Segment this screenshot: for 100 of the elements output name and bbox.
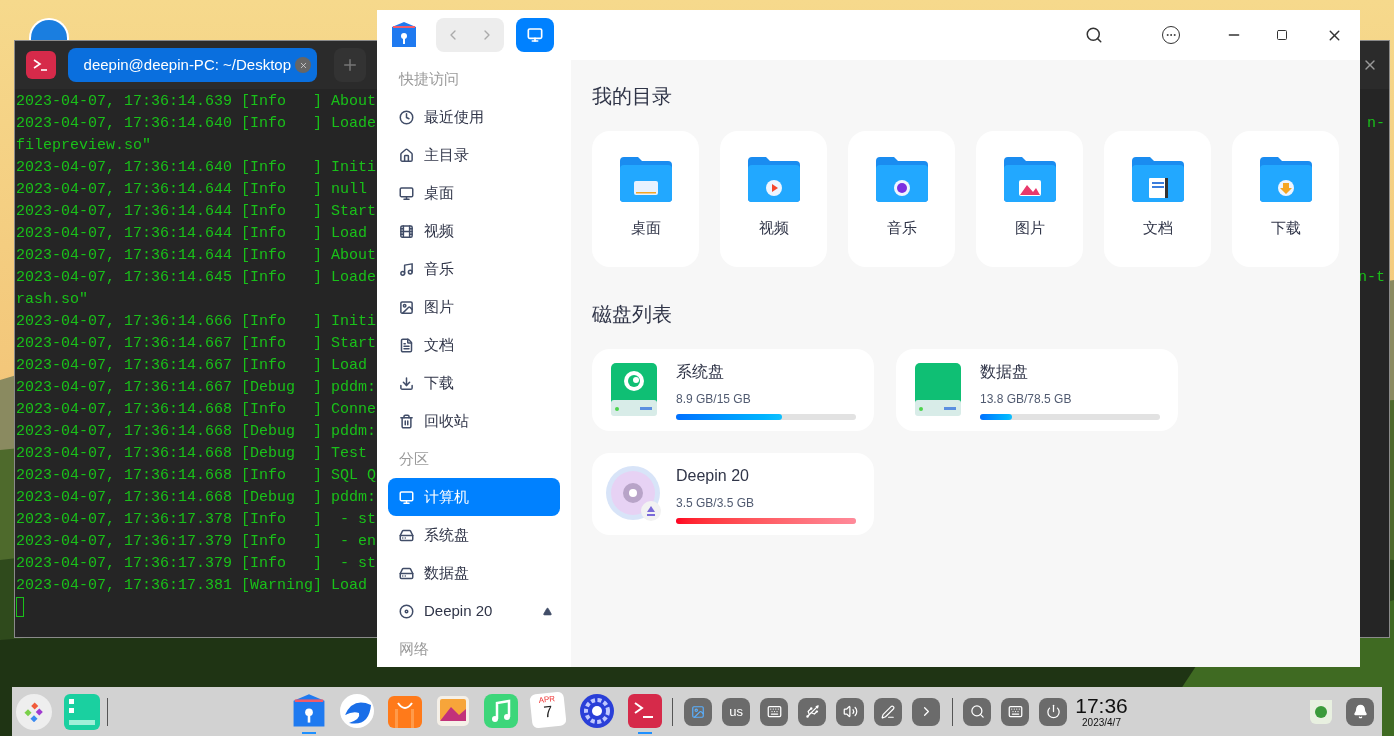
disk-usage: 13.8 GB/78.5 GB [980,391,1073,408]
sidebar-item[interactable]: 音乐 [388,250,560,288]
calendar-day: 7 [543,703,554,720]
section-header: 快捷访问 [397,68,460,89]
search-icon[interactable] [1085,26,1103,44]
clock-time: 17:36 [1075,695,1128,716]
sidebar-item[interactable]: 下载 [388,364,560,402]
drive-icon [914,362,962,418]
music-icon [399,261,414,277]
drive-icon [399,527,414,543]
terminal-line: 2023-04-07, 17:36:14.668 [Debug ] pddm: [16,422,377,442]
keyboard-icon[interactable] [1001,697,1030,726]
sidebar-item[interactable]: Deepin 20 [388,592,560,630]
terminal-line: 2023-04-07, 17:36:14.667 [Info ] Start [16,334,377,354]
sidebar-item[interactable]: 系统盘 [388,516,560,554]
folder-card[interactable]: 音乐 [848,131,955,267]
section-title: 我的目录 [592,84,673,109]
terminal-line: 2023-04-07, 17:36:14.666 [Info ] Initi [16,312,377,332]
terminal-line: 2023-04-07, 17:36:14.639 [Info ] About [16,92,377,112]
download-icon [399,375,414,391]
terminal-line: 2023-04-07, 17:36:14.644 [Info ] Start [16,202,377,222]
sidebar-item[interactable]: 图片 [388,288,560,326]
expand-icon[interactable] [912,697,941,726]
disc-icon [399,603,414,619]
folder-icon [1129,155,1186,203]
monitor-icon [527,27,543,43]
disk-card[interactable]: Deepin 20 3.5 GB/3.5 GB [592,453,874,535]
terminal-icon[interactable] [26,51,56,79]
sidebar-item[interactable]: 视频 [388,212,560,250]
terminal-line: 2023-04-07, 17:36:14.667 [Info ] Load [16,356,368,376]
terminal-line: 2023-04-07, 17:36:17.379 [Info ] - en [16,532,377,552]
terminal-line: 2023-04-07, 17:36:17.379 [Info ] - st [16,554,377,574]
folder-card[interactable]: 视频 [720,131,827,267]
terminal-line: 2023-04-07, 17:36:14.644 [Info ] null [16,180,368,200]
power-icon[interactable] [1039,697,1068,726]
document-icon [399,337,414,353]
terminal-tab[interactable]: deepin@deepin-PC: ~/Desktop [68,48,317,82]
volume-icon[interactable] [836,697,865,726]
image-icon [399,299,414,315]
disk-usage: 8.9 GB/15 GB [676,391,752,408]
usb-icon[interactable] [798,697,827,726]
sidebar-item[interactable]: 最近使用 [388,98,560,136]
clock-date: 2023/4/7 [1082,718,1121,728]
new-tab-button[interactable] [334,48,366,82]
sidebar-item[interactable]: 回收站 [388,402,560,440]
sidebar-item[interactable]: 计算机 [388,478,560,516]
calendar-month: APR [538,694,556,705]
maximize-icon[interactable] [1276,29,1288,41]
terminal-line: 2023-04-07, 17:36:14.668 [Debug ] Test [16,444,368,464]
sidebar-item[interactable]: 桌面 [388,174,560,212]
monitor-icon [399,185,414,201]
sidebar-item[interactable]: 文档 [388,326,560,364]
folder-card[interactable]: 桌面 [592,131,699,267]
terminal-line: 2023-04-07, 17:36:14.644 [Info ] Load [16,224,368,244]
section-title: 磁盘列表 [592,302,673,327]
folder-icon [745,155,802,203]
folder-icon [617,155,674,203]
cursor [16,597,24,617]
drive-icon [399,565,414,581]
terminal-line: 2023-04-07, 17:36:14.668 [Info ] SQL Q [16,466,377,486]
folder-card[interactable]: 下载 [1232,131,1339,267]
disk-usage: 3.5 GB/3.5 GB [676,495,756,512]
bell-icon[interactable] [1346,697,1374,726]
terminal-line: 2023-04-07, 17:36:14.644 [Info ] About [16,246,377,266]
plus-icon [341,56,359,74]
film-icon [399,223,414,239]
clock-icon [399,109,414,125]
terminal-line: n- [1367,114,1385,134]
terminal-line: 2023-04-07, 17:36:14.645 [Info ] Loade [16,268,377,288]
folder-icon [1001,155,1058,203]
disk-card[interactable]: 数据盘 13.8 GB/78.5 GB [896,349,1178,431]
terminal-line: rash.so" [16,290,88,310]
drive-icon [610,362,658,418]
pen-icon[interactable] [874,697,903,726]
home-icon [399,147,414,163]
disk-name: Deepin 20 [676,466,750,486]
terminal-line: filepreview.so" [16,136,152,156]
sidebar-item[interactable]: 主目录 [388,136,560,174]
terminal-line: 2023-04-07, 17:36:17.381 [Warning] Load [16,576,368,596]
section-header: 分区 [398,448,430,469]
keyboard-icon[interactable] [760,697,789,726]
folder-card[interactable]: 文档 [1104,131,1211,267]
sidebar-item[interactable]: 数据盘 [388,554,560,592]
launcher-icon[interactable] [16,693,52,730]
keyboard-layout-button[interactable]: us [722,697,751,726]
disk-card[interactable]: 系统盘 8.9 GB/15 GB [592,349,874,431]
section-header: 网络 [398,638,430,659]
terminal-line: 2023-04-07, 17:36:14.640 [Info ] Initi [16,158,377,178]
app-icon [390,21,418,49]
terminal-line: 2023-04-07, 17:36:14.668 [Debug ] pddm: [16,488,377,508]
eject-icon[interactable] [543,606,552,616]
terminal-line: 2023-04-07, 17:36:14.667 [Debug ] pddm: [16,378,377,398]
folder-card[interactable]: 图片 [976,131,1083,267]
view-button[interactable] [516,18,554,52]
folder-icon [873,155,930,203]
disk-name: 系统盘 [676,362,725,382]
terminal-line: 2023-04-07, 17:36:14.640 [Info ] Loade [16,114,377,134]
disc-icon [605,465,663,523]
terminal-line: 2023-04-07, 17:36:17.378 [Info ] - st [16,510,377,530]
monitor-icon [399,489,414,505]
